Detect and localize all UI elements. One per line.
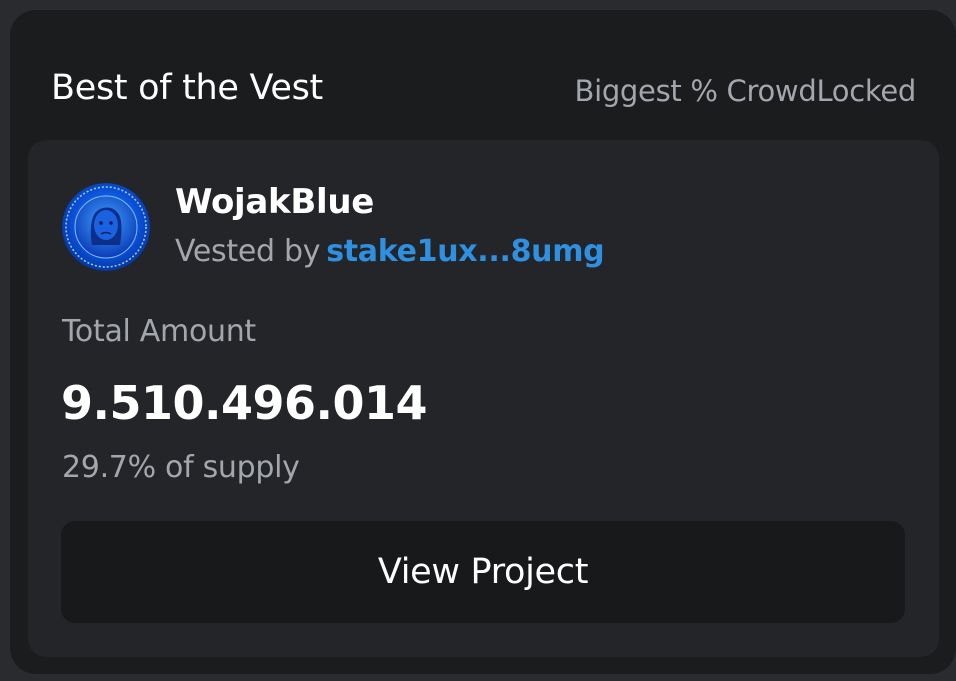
total-amount-label: Total Amount [62, 314, 256, 349]
vested-by-line: Vested by stake1ux...8umg [175, 234, 605, 269]
panel-header: Best of the Vest Biggest % CrowdLocked [51, 68, 916, 118]
total-amount-value: 9.510.496.014 [61, 376, 428, 430]
panel-title: Best of the Vest [51, 68, 323, 108]
panel-subtitle: Biggest % CrowdLocked [574, 74, 916, 108]
project-card: WojakBlue Vested by stake1ux...8umg Total… [28, 140, 939, 657]
best-of-the-vest-panel: Best of the Vest Biggest % CrowdLocked W… [10, 10, 956, 674]
project-name: WojakBlue [175, 182, 374, 222]
supply-percentage: 29.7% of supply [62, 450, 300, 485]
view-project-button[interactable]: View Project [61, 521, 905, 623]
wojakblue-coin-icon [62, 183, 150, 271]
vested-by-label: Vested by [175, 234, 321, 269]
vester-address-link[interactable]: stake1ux...8umg [326, 234, 604, 269]
